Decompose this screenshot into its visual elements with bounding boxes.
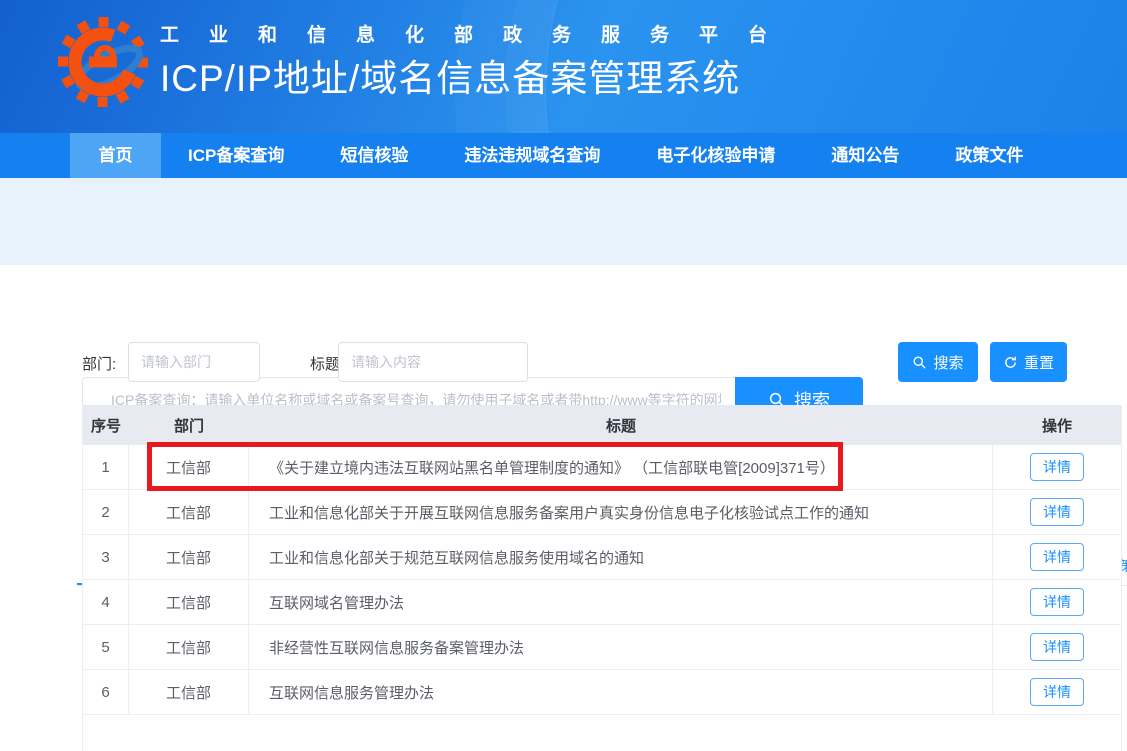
filter-reset-label: 重置 — [1024, 352, 1054, 373]
col-header-title: 标题 — [249, 405, 993, 445]
nav-tab-icp-query[interactable]: ICP备案查询 — [188, 133, 284, 178]
table-row: 2 工信部 工业和信息化部关于开展互联网信息服务备案用户真实身份信息电子化核验试… — [83, 490, 1121, 535]
cell-no: 1 — [83, 445, 129, 489]
platform-subtitle: 工业和信息化部政务服务平台 — [160, 24, 797, 48]
detail-button[interactable]: 详情 — [1030, 633, 1084, 661]
page-header: 工业和信息化部政务服务平台 ICP/IP地址/域名信息备案管理系统 — [0, 0, 1127, 133]
table-row: 4 工信部 互联网域名管理办法 详情 — [83, 580, 1121, 625]
cell-dept: 工信部 — [129, 625, 249, 669]
table-header-row: 序号 部门 标题 操作 — [83, 405, 1121, 445]
col-header-no: 序号 — [83, 405, 129, 445]
detail-button[interactable]: 详情 — [1030, 678, 1084, 706]
cell-title: 互联网域名管理办法 — [249, 580, 993, 624]
cell-title: 工业和信息化部关于开展互联网信息服务备案用户真实身份信息电子化核验试点工作的通知 — [249, 490, 993, 534]
cell-dept: 工信部 — [129, 580, 249, 624]
icp-search-strip: 搜索 网站 APP 小程序 快应用 — [0, 178, 1127, 265]
detail-button[interactable]: 详情 — [1030, 588, 1084, 616]
miit-logo-icon — [57, 16, 149, 108]
nav-tab-notices[interactable]: 通知公告 — [831, 133, 899, 178]
nav-tab-policy-files[interactable]: 政策文件 — [955, 133, 1023, 178]
search-icon — [912, 355, 927, 370]
nav-tab-sms-verify[interactable]: 短信核验 — [340, 133, 408, 178]
table-row: 6 工信部 互联网信息服务管理办法 详情 — [83, 670, 1121, 715]
cell-dept: 工信部 — [129, 535, 249, 579]
cell-title: 互联网信息服务管理办法 — [249, 670, 993, 714]
table-row: 1 工信部 《关于建立境内违法互联网站黑名单管理制度的通知》 （工信部联电管[2… — [83, 445, 1121, 490]
filter-search-button[interactable]: 搜索 — [898, 342, 978, 382]
refresh-icon — [1003, 355, 1018, 370]
cell-no: 2 — [83, 490, 129, 534]
section-header: 政策文件 首页 > 政策文件 — [0, 265, 1127, 321]
nav-tab-e-verify-apply[interactable]: 电子化核验申请 — [656, 133, 775, 178]
cell-title: 非经营性互联网信息服务备案管理办法 — [249, 625, 993, 669]
nav-tab-home[interactable]: 首页 — [70, 133, 161, 178]
cell-title: 工业和信息化部关于规范互联网信息服务使用域名的通知 — [249, 535, 993, 579]
system-title: ICP/IP地址/域名信息备案管理系统 — [160, 57, 797, 101]
cell-dept: 工信部 — [129, 670, 249, 714]
cell-no: 3 — [83, 535, 129, 579]
dept-filter-label: 部门: — [82, 353, 116, 374]
cell-no: 6 — [83, 670, 129, 714]
detail-button[interactable]: 详情 — [1030, 453, 1084, 481]
policy-table: 序号 部门 标题 操作 1 工信部 《关于建立境内违法互联网站黑名单管理制度的通… — [82, 405, 1122, 751]
title-filter-input[interactable] — [338, 342, 528, 382]
detail-button[interactable]: 详情 — [1030, 498, 1084, 526]
main-navigation: 首页 ICP备案查询 短信核验 违法违规域名查询 电子化核验申请 通知公告 政策… — [0, 133, 1127, 178]
col-header-dept: 部门 — [129, 405, 249, 445]
cell-no: 5 — [83, 625, 129, 669]
cell-title: 《关于建立境内违法互联网站黑名单管理制度的通知》 （工信部联电管[2009]37… — [249, 445, 993, 489]
dept-filter-input[interactable] — [128, 342, 260, 382]
cell-dept: 工信部 — [129, 445, 249, 489]
table-row: 3 工信部 工业和信息化部关于规范互联网信息服务使用域名的通知 详情 — [83, 535, 1121, 580]
cell-no: 4 — [83, 580, 129, 624]
filter-search-label: 搜索 — [933, 352, 963, 373]
table-row: 5 工信部 非经营性互联网信息服务备案管理办法 详情 — [83, 625, 1121, 670]
col-header-action: 操作 — [993, 405, 1121, 445]
detail-button[interactable]: 详情 — [1030, 543, 1084, 571]
nav-tab-illegal-domain-query[interactable]: 违法违规域名查询 — [464, 133, 600, 178]
filter-reset-button[interactable]: 重置 — [990, 342, 1067, 382]
cell-dept: 工信部 — [129, 490, 249, 534]
